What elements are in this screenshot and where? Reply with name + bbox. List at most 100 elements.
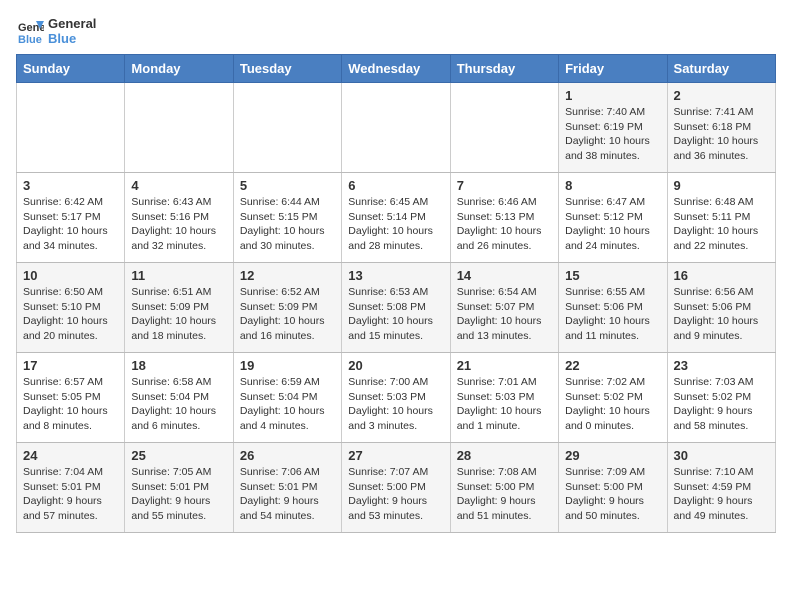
calendar-cell: 13Sunrise: 6:53 AM Sunset: 5:08 PM Dayli… — [342, 263, 450, 353]
day-number: 19 — [240, 358, 335, 373]
calendar-cell: 20Sunrise: 7:00 AM Sunset: 5:03 PM Dayli… — [342, 353, 450, 443]
calendar-cell: 10Sunrise: 6:50 AM Sunset: 5:10 PM Dayli… — [17, 263, 125, 353]
day-number: 8 — [565, 178, 660, 193]
day-number: 14 — [457, 268, 552, 283]
week-row-2: 10Sunrise: 6:50 AM Sunset: 5:10 PM Dayli… — [17, 263, 776, 353]
day-info: Sunrise: 6:59 AM Sunset: 5:04 PM Dayligh… — [240, 375, 335, 434]
calendar-cell: 8 Sunrise: 6:47 AM Sunset: 5:12 PM Daylig… — [559, 173, 667, 263]
day-info: Sunrise: 6:48 AM Sunset: 5:11 PM Dayligh… — [674, 195, 769, 254]
logo: General Blue General Blue — [16, 16, 96, 46]
day-number: 6 — [348, 178, 443, 193]
day-info: Sunrise: 6:57 AM Sunset: 5:05 PM Dayligh… — [23, 375, 118, 434]
day-number: 11 — [131, 268, 226, 283]
day-number: 18 — [131, 358, 226, 373]
calendar-cell: 2 Sunrise: 7:41 AM Sunset: 6:18 PM Daylig… — [667, 83, 775, 173]
calendar-cell: 24 Sunrise: 7:04 AM Sunset: 5:01 PM Dayli… — [17, 443, 125, 533]
day-number: 26 — [240, 448, 335, 463]
day-number: 7 — [457, 178, 552, 193]
calendar-cell: 7 Sunrise: 6:46 AM Sunset: 5:13 PM Daylig… — [450, 173, 558, 263]
day-info: Sunrise: 7:41 AM Sunset: 6:18 PM Dayligh… — [674, 105, 769, 164]
calendar-cell: 25 Sunrise: 7:05 AM Sunset: 5:01 PM Dayli… — [125, 443, 233, 533]
day-number: 28 — [457, 448, 552, 463]
day-number: 15 — [565, 268, 660, 283]
weekday-header-saturday: Saturday — [667, 55, 775, 83]
day-info: Sunrise: 6:43 AM Sunset: 5:16 PM Dayligh… — [131, 195, 226, 254]
day-number: 23 — [674, 358, 769, 373]
calendar-cell: 5Sunrise: 6:44 AM Sunset: 5:15 PM Daylig… — [233, 173, 341, 263]
day-number: 25 — [131, 448, 226, 463]
day-info: Sunrise: 6:42 AM Sunset: 5:17 PM Dayligh… — [23, 195, 118, 254]
calendar-cell: 11 Sunrise: 6:51 AM Sunset: 5:09 PM Dayli… — [125, 263, 233, 353]
day-info: Sunrise: 7:07 AM Sunset: 5:00 PM Dayligh… — [348, 465, 443, 524]
calendar-cell: 28 Sunrise: 7:08 AM Sunset: 5:00 PM Dayli… — [450, 443, 558, 533]
calendar-cell: 22Sunrise: 7:02 AM Sunset: 5:02 PM Dayli… — [559, 353, 667, 443]
calendar-cell — [233, 83, 341, 173]
day-info: Sunrise: 7:05 AM Sunset: 5:01 PM Dayligh… — [131, 465, 226, 524]
day-number: 30 — [674, 448, 769, 463]
day-info: Sunrise: 6:47 AM Sunset: 5:12 PM Dayligh… — [565, 195, 660, 254]
day-info: Sunrise: 7:40 AM Sunset: 6:19 PM Dayligh… — [565, 105, 660, 164]
day-number: 1 — [565, 88, 660, 103]
logo-icon: General Blue — [16, 17, 44, 45]
week-row-3: 17Sunrise: 6:57 AM Sunset: 5:05 PM Dayli… — [17, 353, 776, 443]
day-number: 9 — [674, 178, 769, 193]
day-info: Sunrise: 6:58 AM Sunset: 5:04 PM Dayligh… — [131, 375, 226, 434]
svg-text:Blue: Blue — [18, 34, 42, 45]
calendar-table: SundayMondayTuesdayWednesdayThursdayFrid… — [16, 54, 776, 533]
weekday-header-monday: Monday — [125, 55, 233, 83]
calendar-cell: 12 Sunrise: 6:52 AM Sunset: 5:09 PM Dayli… — [233, 263, 341, 353]
day-number: 5 — [240, 178, 335, 193]
calendar-cell: 26 Sunrise: 7:06 AM Sunset: 5:01 PM Dayli… — [233, 443, 341, 533]
calendar-cell: 18 Sunrise: 6:58 AM Sunset: 5:04 PM Dayli… — [125, 353, 233, 443]
calendar-cell: 30 Sunrise: 7:10 AM Sunset: 4:59 PM Dayli… — [667, 443, 775, 533]
day-info: Sunrise: 6:52 AM Sunset: 5:09 PM Dayligh… — [240, 285, 335, 344]
day-number: 12 — [240, 268, 335, 283]
calendar-cell: 3Sunrise: 6:42 AM Sunset: 5:17 PM Daylig… — [17, 173, 125, 263]
calendar-cell: 16 Sunrise: 6:56 AM Sunset: 5:06 PM Dayli… — [667, 263, 775, 353]
day-number: 4 — [131, 178, 226, 193]
day-info: Sunrise: 6:50 AM Sunset: 5:10 PM Dayligh… — [23, 285, 118, 344]
week-row-4: 24 Sunrise: 7:04 AM Sunset: 5:01 PM Dayli… — [17, 443, 776, 533]
calendar-cell: 9 Sunrise: 6:48 AM Sunset: 5:11 PM Daylig… — [667, 173, 775, 263]
week-row-0: 1 Sunrise: 7:40 AM Sunset: 6:19 PM Daylig… — [17, 83, 776, 173]
logo-general: General — [48, 16, 96, 31]
calendar-cell: 17Sunrise: 6:57 AM Sunset: 5:05 PM Dayli… — [17, 353, 125, 443]
day-number: 24 — [23, 448, 118, 463]
day-info: Sunrise: 7:08 AM Sunset: 5:00 PM Dayligh… — [457, 465, 552, 524]
day-info: Sunrise: 7:09 AM Sunset: 5:00 PM Dayligh… — [565, 465, 660, 524]
day-info: Sunrise: 7:04 AM Sunset: 5:01 PM Dayligh… — [23, 465, 118, 524]
calendar-cell — [17, 83, 125, 173]
weekday-header-wednesday: Wednesday — [342, 55, 450, 83]
day-number: 13 — [348, 268, 443, 283]
calendar-cell: 6 Sunrise: 6:45 AM Sunset: 5:14 PM Daylig… — [342, 173, 450, 263]
day-info: Sunrise: 7:00 AM Sunset: 5:03 PM Dayligh… — [348, 375, 443, 434]
logo-blue: Blue — [48, 31, 96, 46]
day-number: 2 — [674, 88, 769, 103]
day-number: 16 — [674, 268, 769, 283]
calendar-cell: 14Sunrise: 6:54 AM Sunset: 5:07 PM Dayli… — [450, 263, 558, 353]
day-info: Sunrise: 7:10 AM Sunset: 4:59 PM Dayligh… — [674, 465, 769, 524]
calendar-cell: 1 Sunrise: 7:40 AM Sunset: 6:19 PM Daylig… — [559, 83, 667, 173]
weekday-header-sunday: Sunday — [17, 55, 125, 83]
day-info: Sunrise: 6:51 AM Sunset: 5:09 PM Dayligh… — [131, 285, 226, 344]
calendar-cell — [342, 83, 450, 173]
weekday-header-thursday: Thursday — [450, 55, 558, 83]
day-info: Sunrise: 6:46 AM Sunset: 5:13 PM Dayligh… — [457, 195, 552, 254]
calendar-cell — [125, 83, 233, 173]
calendar-cell: 19 Sunrise: 6:59 AM Sunset: 5:04 PM Dayli… — [233, 353, 341, 443]
day-number: 21 — [457, 358, 552, 373]
weekday-header-tuesday: Tuesday — [233, 55, 341, 83]
calendar-cell: 29 Sunrise: 7:09 AM Sunset: 5:00 PM Dayli… — [559, 443, 667, 533]
day-info: Sunrise: 6:45 AM Sunset: 5:14 PM Dayligh… — [348, 195, 443, 254]
weekday-header-row: SundayMondayTuesdayWednesdayThursdayFrid… — [17, 55, 776, 83]
day-number: 29 — [565, 448, 660, 463]
day-info: Sunrise: 7:06 AM Sunset: 5:01 PM Dayligh… — [240, 465, 335, 524]
day-info: Sunrise: 6:56 AM Sunset: 5:06 PM Dayligh… — [674, 285, 769, 344]
calendar-cell: 21Sunrise: 7:01 AM Sunset: 5:03 PM Dayli… — [450, 353, 558, 443]
header: General Blue General Blue — [16, 16, 776, 46]
calendar-cell: 15Sunrise: 6:55 AM Sunset: 5:06 PM Dayli… — [559, 263, 667, 353]
day-number: 22 — [565, 358, 660, 373]
day-number: 27 — [348, 448, 443, 463]
calendar-cell: 27 Sunrise: 7:07 AM Sunset: 5:00 PM Dayli… — [342, 443, 450, 533]
day-info: Sunrise: 7:03 AM Sunset: 5:02 PM Dayligh… — [674, 375, 769, 434]
